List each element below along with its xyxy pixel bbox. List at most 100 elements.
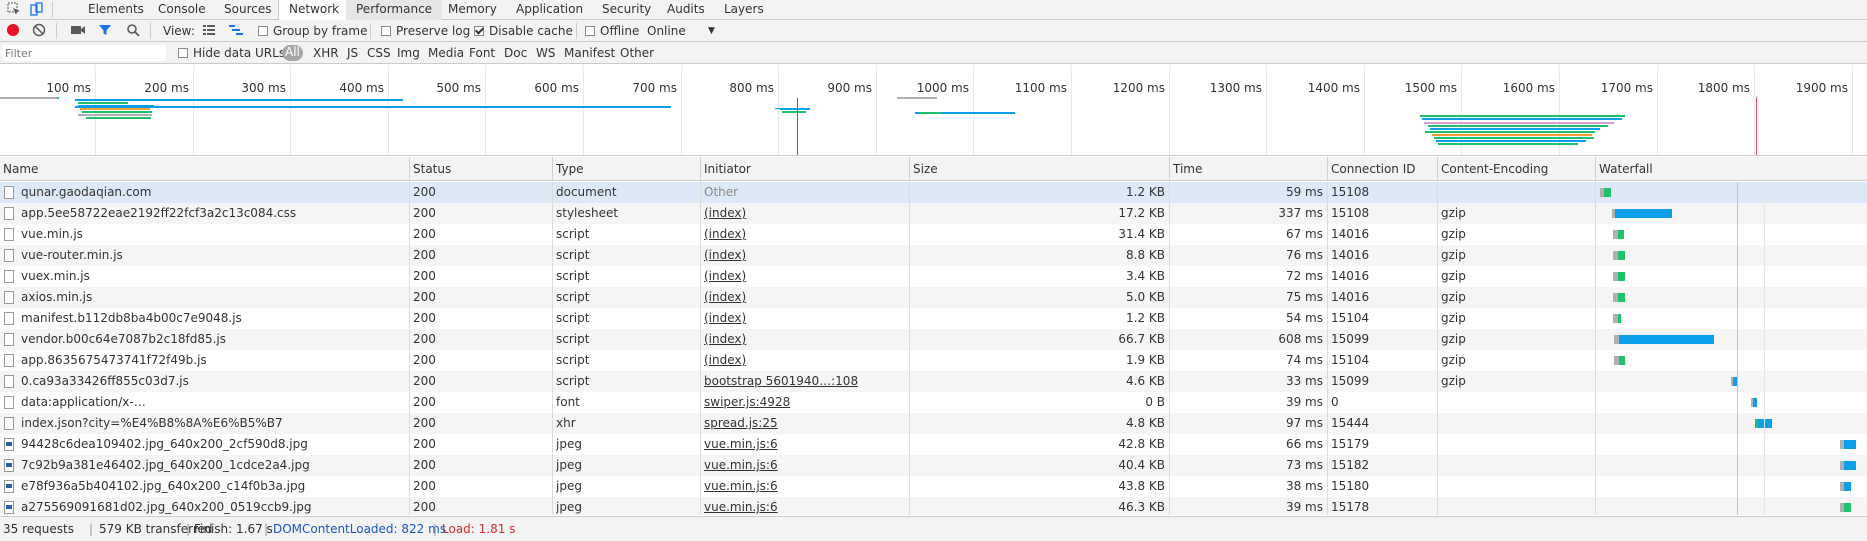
column-header-status[interactable]: Status xyxy=(409,157,552,181)
request-initiator[interactable]: bootstrap 5601940…:108 xyxy=(704,371,905,392)
overview-request-bar xyxy=(775,108,809,109)
record-button[interactable] xyxy=(6,23,22,39)
filter-type-xhr[interactable]: XHR xyxy=(313,46,339,62)
tab-memory[interactable]: Memory xyxy=(438,0,507,20)
tab-console[interactable]: Console xyxy=(148,0,216,20)
inspect-element-icon[interactable] xyxy=(6,2,22,18)
column-header-initiator[interactable]: Initiator xyxy=(700,157,909,181)
request-initiator[interactable]: spread.js:25 xyxy=(704,413,905,434)
request-row[interactable]: vue-router.min.js 200 script (index) 8.8 KB 7… xyxy=(0,245,1867,266)
request-row[interactable]: axios.min.js 200 script (index) 5.0 KB 75 ms 1… xyxy=(0,287,1867,308)
request-initiator[interactable]: (index) xyxy=(704,308,905,329)
request-row[interactable]: app.8635675473741f72f49b.js 200 script (ind… xyxy=(0,350,1867,371)
request-initiator[interactable]: vue.min.js:6 xyxy=(704,497,905,515)
search-button[interactable] xyxy=(126,23,142,39)
request-name[interactable]: app.5ee58722eae2192ff22fcf3a2c13c084.css xyxy=(21,203,405,224)
request-row[interactable]: app.5ee58722eae2192ff22fcf3a2c13c084.css… xyxy=(0,203,1867,224)
group-by-frame-checkbox[interactable]: Group by frame xyxy=(258,23,367,39)
request-row[interactable]: 7c92b9a381e46402.jpg_640x200_1cdce2a4.jp… xyxy=(0,455,1867,476)
request-row[interactable]: index.json?city=%E4%B8%8A%E6%B5%B7 200 xhr… xyxy=(0,413,1867,434)
request-initiator[interactable]: (index) xyxy=(704,287,905,308)
request-initiator[interactable]: (index) xyxy=(704,350,905,371)
request-name[interactable]: a275569091681d02.jpg_640x200_0519ccb9.jp… xyxy=(21,497,405,515)
waterfall-download-segment xyxy=(1844,440,1856,449)
tab-audits[interactable]: Audits xyxy=(657,0,715,20)
hide-data-urls-checkbox[interactable]: Hide data URLs xyxy=(178,45,285,61)
request-initiator[interactable]: (index) xyxy=(704,203,905,224)
request-initiator[interactable]: (index) xyxy=(704,224,905,245)
tab-security[interactable]: Security xyxy=(592,0,661,20)
request-row[interactable]: qunar.gaodaqian.com 200 document Other 1.2 K… xyxy=(0,182,1867,203)
filter-toggle-button[interactable] xyxy=(98,23,114,39)
offline-checkbox[interactable]: Offline xyxy=(585,23,639,39)
filter-type-doc[interactable]: Doc xyxy=(504,46,527,62)
tab-elements[interactable]: Elements xyxy=(78,0,154,20)
tab-sources[interactable]: Sources xyxy=(214,0,281,20)
request-name[interactable]: app.8635675473741f72f49b.js xyxy=(21,350,405,371)
request-initiator[interactable]: swiper.js:4928 xyxy=(704,392,905,413)
column-header-content-encoding[interactable]: Content-Encoding xyxy=(1437,157,1595,181)
request-name[interactable]: manifest.b112db8ba4b00c7e9048.js xyxy=(21,308,405,329)
overview-tick-label: 500 ms xyxy=(436,81,481,95)
request-row[interactable]: 0.ca93a33426ff855c03d7.js 200 script bootst… xyxy=(0,371,1867,392)
request-name[interactable]: 7c92b9a381e46402.jpg_640x200_1cdce2a4.jp… xyxy=(21,455,405,476)
filter-type-other[interactable]: Other xyxy=(620,46,654,62)
preserve-log-checkbox[interactable]: Preserve log xyxy=(381,23,470,39)
request-name[interactable]: vuex.min.js xyxy=(21,266,405,287)
request-initiator[interactable]: (index) xyxy=(704,245,905,266)
clear-button[interactable] xyxy=(32,23,48,39)
request-row[interactable]: e78f936a5b404102.jpg_640x200_c14f0b3a.jp… xyxy=(0,476,1867,497)
device-toolbar-icon[interactable] xyxy=(28,2,44,18)
column-header-waterfall[interactable]: Waterfall xyxy=(1595,157,1867,181)
column-header-type[interactable]: Type xyxy=(552,157,700,181)
tab-application[interactable]: Application xyxy=(506,0,593,20)
column-header-connection-id[interactable]: Connection ID xyxy=(1327,157,1437,181)
request-name[interactable]: e78f936a5b404102.jpg_640x200_c14f0b3a.jp… xyxy=(21,476,405,497)
request-name[interactable]: 94428c6dea109402.jpg_640x200_2cf590d8.jp… xyxy=(21,434,405,455)
filter-type-manifest[interactable]: Manifest xyxy=(564,46,615,62)
disable-cache-checkbox[interactable]: Disable cache xyxy=(474,23,573,39)
column-header-time[interactable]: Time xyxy=(1169,157,1327,181)
throttling-select[interactable]: Online ▼ xyxy=(647,23,717,39)
request-row[interactable]: manifest.b112db8ba4b00c7e9048.js 200 scrip… xyxy=(0,308,1867,329)
request-name[interactable]: axios.min.js xyxy=(21,287,405,308)
request-name[interactable]: index.json?city=%E4%B8%8A%E6%B5%B7 xyxy=(21,413,405,434)
filter-type-ws[interactable]: WS xyxy=(536,46,555,62)
tab-layers[interactable]: Layers xyxy=(714,0,774,20)
overview-request-bar xyxy=(57,97,59,99)
request-initiator[interactable]: vue.min.js:6 xyxy=(704,455,905,476)
overview-request-bar xyxy=(1436,140,1586,142)
tab-performance[interactable]: Performance xyxy=(346,0,443,20)
request-name[interactable]: data:application/x-… xyxy=(21,392,405,413)
request-name[interactable]: vue-router.min.js xyxy=(21,245,405,266)
request-row[interactable]: vue.min.js 200 script (index) 31.4 KB 67 ms 14… xyxy=(0,224,1867,245)
request-row[interactable]: 94428c6dea109402.jpg_640x200_2cf590d8.jp… xyxy=(0,434,1867,455)
filter-type-img[interactable]: Img xyxy=(397,46,420,62)
network-overview[interactable]: 100 ms 200 ms 300 ms 400 ms 500 ms 600 ms 700 … xyxy=(0,65,1867,156)
request-row[interactable]: vuex.min.js 200 script (index) 3.4 KB 72 ms 14… xyxy=(0,266,1867,287)
screenshot-camera-button[interactable] xyxy=(70,23,86,39)
column-header-size[interactable]: Size xyxy=(909,157,1169,181)
request-row[interactable]: a275569091681d02.jpg_640x200_0519ccb9.jp… xyxy=(0,497,1867,515)
request-name[interactable]: qunar.gaodaqian.com xyxy=(21,182,405,203)
filter-type-css[interactable]: CSS xyxy=(367,46,391,62)
request-row[interactable]: data:application/x-… 200 font swiper.js:492… xyxy=(0,392,1867,413)
request-name[interactable]: vue.min.js xyxy=(21,224,405,245)
overview-grid-line xyxy=(973,65,974,155)
filter-input[interactable] xyxy=(2,45,166,61)
request-initiator[interactable]: (index) xyxy=(704,266,905,287)
request-name[interactable]: 0.ca93a33426ff855c03d7.js xyxy=(21,371,405,392)
request-initiator[interactable]: vue.min.js:6 xyxy=(704,434,905,455)
overview-waterfall-button[interactable] xyxy=(228,23,244,39)
large-rows-button[interactable] xyxy=(202,23,218,39)
column-header-name[interactable]: Name xyxy=(0,157,409,181)
filter-type-media[interactable]: Media xyxy=(428,46,464,62)
request-initiator[interactable]: (index) xyxy=(704,329,905,350)
request-initiator[interactable]: vue.min.js:6 xyxy=(704,476,905,497)
request-row[interactable]: vendor.b00c64e7087b2c18fd85.js 200 script (… xyxy=(0,329,1867,350)
filter-type-all[interactable]: All xyxy=(282,45,303,61)
tab-network[interactable]: Network xyxy=(278,0,351,21)
filter-type-js[interactable]: JS xyxy=(347,46,358,62)
filter-type-font[interactable]: Font xyxy=(469,46,495,62)
request-name[interactable]: vendor.b00c64e7087b2c18fd85.js xyxy=(21,329,405,350)
